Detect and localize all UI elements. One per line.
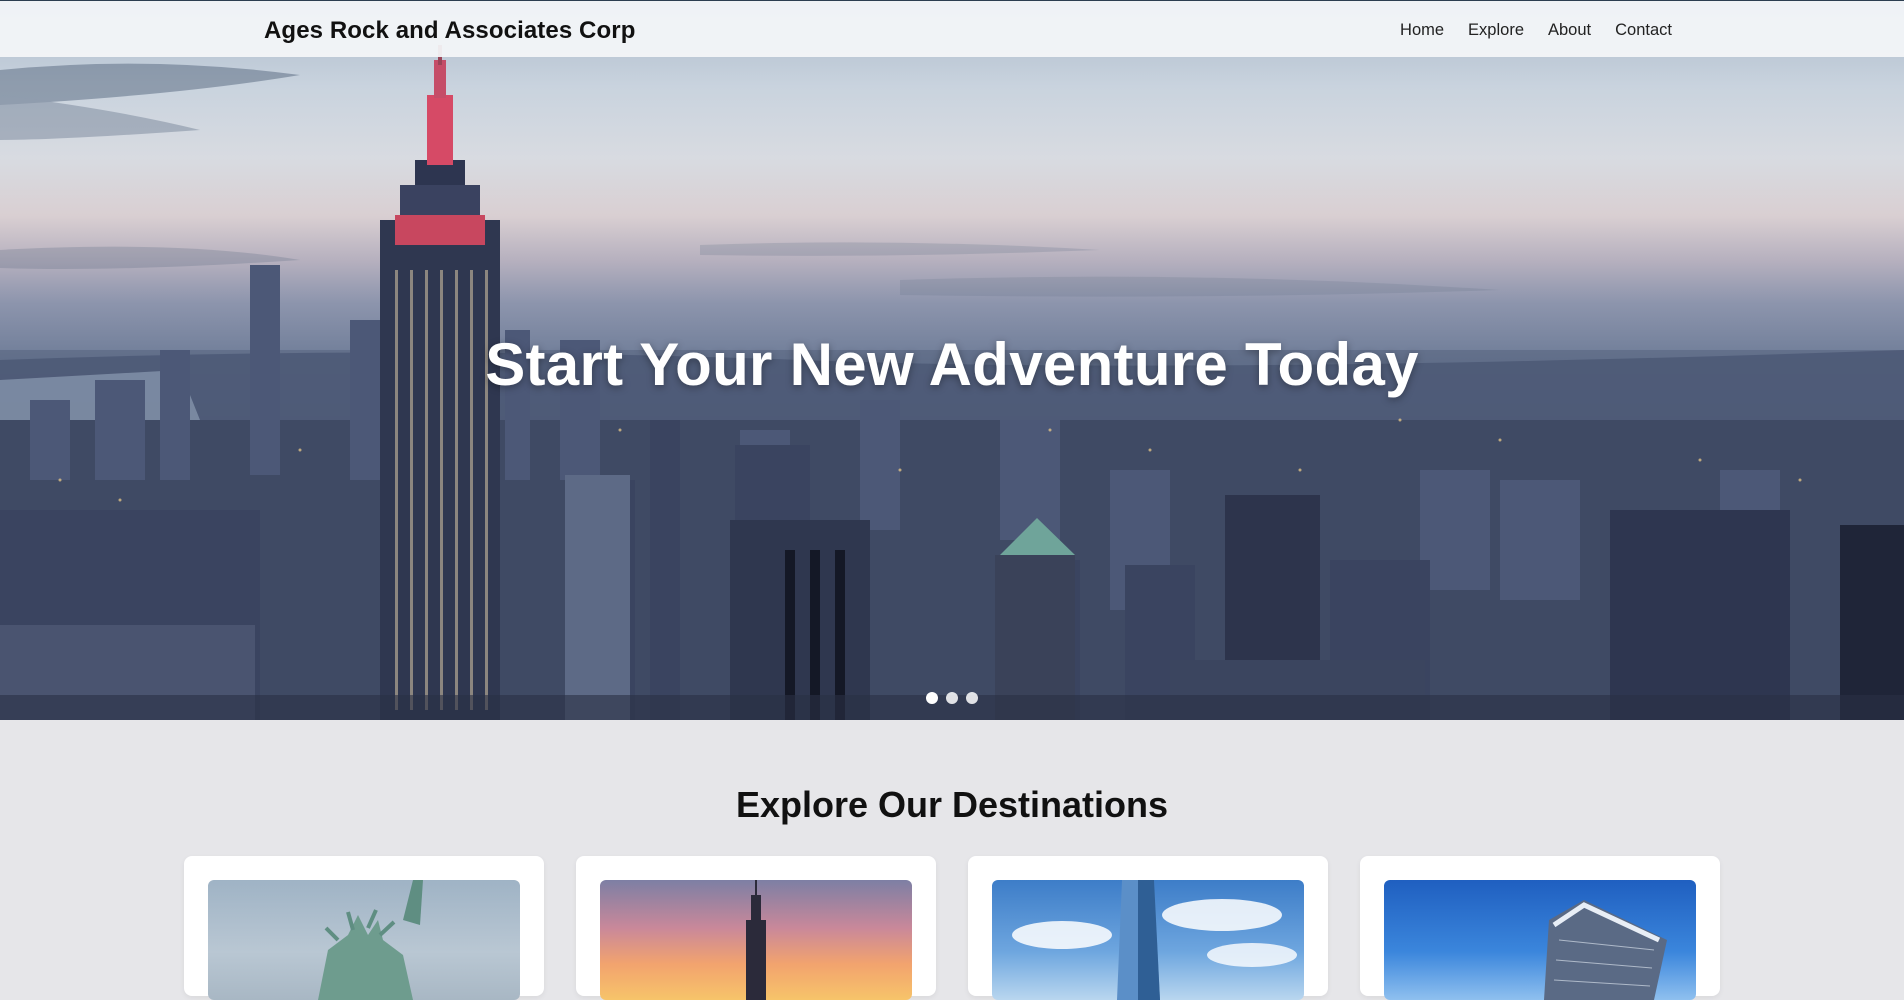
nav-link-explore[interactable]: Explore: [1468, 21, 1524, 40]
hero-carousel: Start Your New Adventure Today: [0, 0, 1904, 720]
carousel-indicators: [0, 692, 1904, 704]
nav-link-about[interactable]: About: [1548, 21, 1591, 40]
destination-card[interactable]: [1360, 856, 1720, 1000]
nav-links: Home Explore About Contact: [1400, 21, 1672, 40]
destination-card[interactable]: [968, 856, 1328, 1000]
destinations-title: Explore Our Destinations: [735, 784, 1169, 825]
carousel-dot-1[interactable]: [926, 692, 938, 704]
destination-image-hudson-yards: [1384, 880, 1696, 1000]
carousel-dot-2[interactable]: [946, 692, 958, 704]
nav-link-home[interactable]: Home: [1400, 21, 1444, 40]
hero-title: Start Your New Adventure Today: [485, 331, 1419, 398]
destination-image-one-world-trade: [992, 880, 1304, 1000]
top-navbar: Ages Rock and Associates Corp Home Explo…: [0, 0, 1904, 57]
destination-card[interactable]: [576, 856, 936, 1000]
destination-card[interactable]: [184, 856, 544, 1000]
destination-image-statue-of-liberty: [208, 880, 520, 1000]
destination-image-empire-state: [600, 880, 912, 1000]
brand-logo-link[interactable]: Ages Rock and Associates Corp: [264, 17, 635, 45]
nav-link-contact[interactable]: Contact: [1615, 21, 1672, 40]
carousel-dot-3[interactable]: [966, 692, 978, 704]
